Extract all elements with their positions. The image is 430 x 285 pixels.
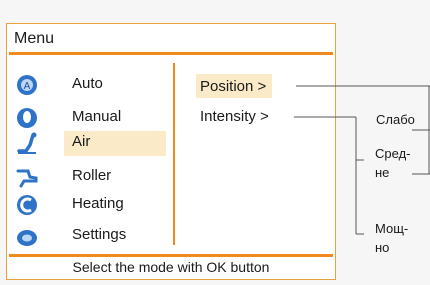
intensity-option-weak: Слабо [376,112,415,127]
intensity-option-medium: Сред- не [375,146,411,180]
callout-lines [294,85,430,235]
intensity-option-strong: Мощ- но [375,221,409,255]
